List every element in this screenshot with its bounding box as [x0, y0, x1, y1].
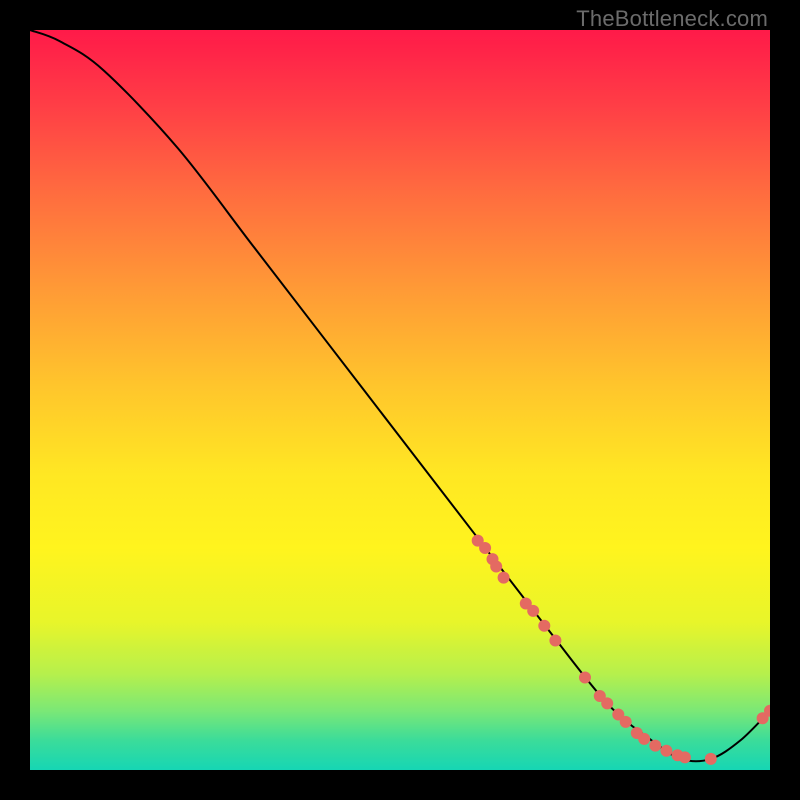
highlighted-points [472, 535, 770, 765]
chart-svg [30, 30, 770, 770]
scatter-point [705, 753, 717, 765]
scatter-point [538, 620, 550, 632]
watermark-text: TheBottleneck.com [576, 6, 768, 32]
scatter-point [490, 561, 502, 573]
scatter-point [601, 697, 613, 709]
scatter-point [638, 733, 650, 745]
scatter-point [549, 635, 561, 647]
scatter-point [527, 605, 539, 617]
scatter-point [649, 740, 661, 752]
scatter-point [479, 542, 491, 554]
scatter-point [679, 751, 691, 763]
scatter-point [498, 572, 510, 584]
plot-area [30, 30, 770, 770]
chart-stage: TheBottleneck.com [0, 0, 800, 800]
bottleneck-curve [30, 30, 770, 761]
scatter-point [620, 716, 632, 728]
scatter-point [660, 745, 672, 757]
scatter-point [579, 672, 591, 684]
